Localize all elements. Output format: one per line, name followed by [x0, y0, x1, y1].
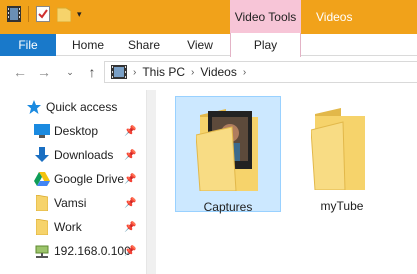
- address-bar[interactable]: › This PC › Videos ›: [104, 61, 417, 83]
- navigation-bar: ← → ⌄ ↑ › This PC › Videos ›: [0, 57, 417, 87]
- file-list: Captures myTube: [157, 90, 417, 274]
- recent-locations-chevron-icon[interactable]: ⌄: [62, 64, 78, 80]
- pin-icon[interactable]: 📌: [124, 198, 136, 209]
- back-arrow-icon[interactable]: ←: [12, 64, 28, 80]
- folder-label: myTube: [320, 199, 364, 213]
- navigation-pane: Quick access Desktop 📌 Downloads 📌 Googl…: [0, 96, 146, 274]
- sidebar-item-label: Work: [54, 220, 82, 234]
- google-drive-icon: [34, 171, 50, 187]
- download-icon: [34, 147, 50, 163]
- toolbar-separator: [28, 6, 29, 22]
- title-bar: ▾ Video Tools Videos: [0, 0, 417, 34]
- tab-file[interactable]: File: [0, 34, 56, 56]
- sidebar-item-vamsi[interactable]: Vamsi 📌: [0, 192, 140, 214]
- pin-icon[interactable]: 📌: [124, 246, 136, 257]
- sidebar-item-label: Quick access: [46, 100, 118, 114]
- sidebar-item-label: 192.168.0.100: [54, 244, 131, 258]
- sidebar-item-work[interactable]: Work 📌: [0, 216, 140, 238]
- breadcrumb-separator-icon[interactable]: ›: [191, 67, 194, 78]
- pin-icon[interactable]: 📌: [124, 150, 136, 161]
- play-tab-frame: Play: [230, 33, 301, 57]
- up-arrow-icon[interactable]: ↑: [84, 64, 100, 80]
- breadcrumb-separator-icon[interactable]: ›: [243, 67, 246, 78]
- sidebar-item-network-share[interactable]: 192.168.0.100 📌: [0, 240, 140, 262]
- sidebar-item-quick-access[interactable]: Quick access: [0, 96, 140, 118]
- new-folder-icon[interactable]: [56, 6, 72, 22]
- folder-item-captures[interactable]: Captures: [175, 96, 281, 214]
- sidebar-item-downloads[interactable]: Downloads 📌: [0, 144, 140, 166]
- folder-icon: [311, 108, 365, 190]
- tab-share[interactable]: Share: [124, 34, 164, 56]
- star-icon: [26, 99, 42, 115]
- sidebar-item-desktop[interactable]: Desktop 📌: [0, 120, 140, 142]
- properties-check-icon[interactable]: [35, 6, 51, 22]
- pin-icon[interactable]: 📌: [124, 126, 136, 137]
- forward-arrow-icon[interactable]: →: [36, 64, 52, 80]
- breadcrumb-this-pc[interactable]: This PC: [142, 65, 185, 79]
- breadcrumb-videos[interactable]: Videos: [200, 65, 236, 79]
- sidebar-item-google-drive[interactable]: Google Drive 📌: [0, 168, 140, 190]
- network-drive-icon: [34, 243, 50, 259]
- pin-icon[interactable]: 📌: [124, 222, 136, 233]
- window-title: Videos: [316, 10, 353, 24]
- tab-home[interactable]: Home: [68, 34, 108, 56]
- film-strip-icon[interactable]: [6, 6, 22, 22]
- sidebar-item-label: Desktop: [54, 124, 99, 138]
- sidebar-item-label: Google Drive: [54, 172, 125, 186]
- folder-label: Captures: [203, 200, 253, 214]
- folder-icon: [34, 219, 50, 235]
- tab-play[interactable]: Play: [231, 34, 300, 56]
- ribbon-tabs: File Home Share View Play: [0, 33, 417, 57]
- videos-library-icon: [111, 65, 127, 79]
- folder-item-mytube[interactable]: myTube: [289, 96, 395, 213]
- folder-icon: [34, 195, 50, 211]
- desktop-icon: [34, 123, 50, 139]
- tab-view[interactable]: View: [180, 34, 220, 56]
- navigation-pane-scrollbar[interactable]: [146, 90, 156, 274]
- context-group-label: Video Tools: [230, 0, 301, 34]
- sidebar-item-label: Downloads: [54, 148, 114, 162]
- sidebar-item-label: Vamsi: [54, 196, 87, 210]
- pin-icon[interactable]: 📌: [124, 174, 136, 185]
- video-folder-icon: [196, 109, 258, 191]
- customize-toolbar-dropdown-icon[interactable]: ▾: [77, 9, 82, 19]
- breadcrumb-separator-icon[interactable]: ›: [133, 67, 136, 78]
- quick-access-toolbar: ▾: [6, 6, 82, 22]
